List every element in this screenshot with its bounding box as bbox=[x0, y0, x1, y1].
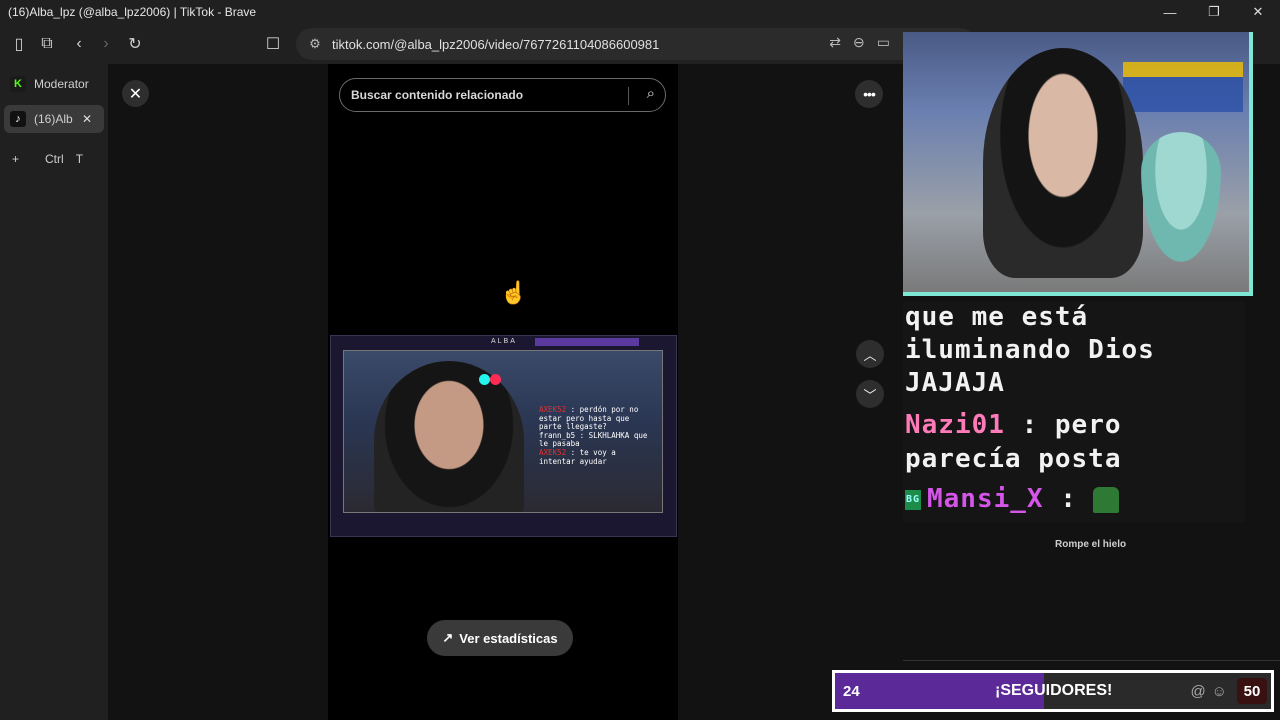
stream-video-frame: ALBA AXEK52 : perdón por no estar pero h… bbox=[330, 335, 677, 537]
close-tab-icon[interactable]: ✕ bbox=[82, 112, 92, 126]
new-tab-shortcut: Ctrl T bbox=[45, 152, 83, 166]
smiley-icon: ☺ bbox=[1211, 682, 1227, 700]
chat-message: BG Mansi_X : bbox=[905, 484, 1119, 514]
close-video-button[interactable]: ✕ bbox=[122, 80, 149, 107]
emote-icon bbox=[1092, 486, 1119, 513]
related-search-input[interactable]: Buscar contenido relacionado ⌕ bbox=[339, 78, 666, 112]
stream-overlay: que me está iluminando Dios JAJAJA Nazi0… bbox=[832, 32, 1280, 720]
stream-bottombar bbox=[337, 520, 673, 532]
follower-goal-bar: 24 ¡SEGUIDORES! @ ☺ 50 bbox=[832, 670, 1274, 712]
chat-line: que me está bbox=[905, 302, 1089, 332]
search-icon[interactable]: ⌕ bbox=[647, 85, 655, 102]
cast-icon[interactable]: ▭ bbox=[877, 34, 890, 51]
chat-separator: : bbox=[1021, 410, 1039, 440]
view-stats-label: Ver estadísticas bbox=[459, 630, 558, 646]
overlay-divider bbox=[903, 660, 1280, 661]
goal-target: 50 bbox=[1237, 678, 1267, 704]
chat-line: AXEK52 : perdón por no estar pero hasta … bbox=[539, 405, 651, 432]
mouse-cursor-icon: ☝ bbox=[500, 280, 528, 305]
tiktok-dots-icon bbox=[479, 372, 503, 385]
window-title: (16)Alba_lpz (@alba_lpz2006) | TikTok - … bbox=[8, 5, 257, 19]
url-text[interactable]: tiktok.com/@alba_lpz2006/video/767726110… bbox=[332, 37, 659, 52]
goal-current: 24 bbox=[843, 682, 860, 700]
window-titlebar: (16)Alba_lpz (@alba_lpz2006) | TikTok - … bbox=[0, 0, 1280, 24]
tab-label: (16)Alb bbox=[34, 112, 73, 126]
search-placeholder: Buscar contenido relacionado bbox=[351, 88, 524, 102]
previous-video-button[interactable]: ︿ bbox=[856, 340, 884, 368]
more-options-button[interactable]: ••• bbox=[855, 80, 883, 108]
tiktok-favicon-icon: ♪ bbox=[10, 111, 26, 127]
chat-line: AXEK52 : te voy a intentar ayudar bbox=[539, 448, 651, 466]
chat-line: parecía posta bbox=[905, 444, 1122, 474]
goal-label: ¡SEGUIDORES! bbox=[995, 682, 1113, 699]
chat-message: Nazi01 : pero bbox=[905, 410, 1122, 440]
stats-icon: ↗ bbox=[442, 630, 454, 645]
chat-username: Nazi01 bbox=[905, 410, 1005, 440]
goal-icons: @ ☺ bbox=[1190, 683, 1227, 700]
restore-button[interactable]: ❐ bbox=[1192, 0, 1236, 24]
icebreaker-text: Rompe el hielo bbox=[1055, 539, 1127, 550]
chat-separator: : bbox=[1060, 484, 1077, 514]
background-flag bbox=[1123, 62, 1243, 112]
next-video-button[interactable]: ﹀ bbox=[856, 380, 884, 408]
address-bar-actions: ⇄ ⊖ ▭ bbox=[829, 34, 890, 51]
bookmark-icon[interactable]: ☐ bbox=[259, 30, 287, 58]
close-window-button[interactable]: ✕ bbox=[1236, 0, 1280, 24]
tab-label: Moderator bbox=[34, 77, 89, 91]
forward-icon[interactable]: › bbox=[92, 30, 120, 58]
overlay-webcam bbox=[903, 32, 1253, 296]
chat-username: Mansi_X bbox=[927, 484, 1044, 514]
stream-chat: AXEK52 : perdón por no estar pero hasta … bbox=[539, 405, 651, 466]
squidward-figure bbox=[1141, 132, 1221, 262]
chat-line: JAJAJA bbox=[905, 368, 1005, 398]
tab-moderator[interactable]: K Moderator bbox=[4, 70, 104, 98]
plus-icon: + bbox=[12, 152, 20, 166]
search-divider bbox=[628, 87, 629, 105]
kick-favicon-icon: K bbox=[10, 76, 26, 92]
chat-badge-icon: BG bbox=[905, 489, 921, 510]
chat-text: pero bbox=[1054, 410, 1122, 440]
new-tab-button[interactable]: + Ctrl T bbox=[12, 152, 83, 166]
site-info-icon[interactable]: ⚙ bbox=[304, 36, 326, 52]
view-stats-button[interactable]: ↗ Ver estadísticas bbox=[427, 620, 573, 656]
shortcut-ctrl: Ctrl bbox=[45, 152, 64, 166]
address-bar[interactable]: ⚙ tiktok.com/@alba_lpz2006/video/7677261… bbox=[296, 28, 976, 60]
shortcut-key: T bbox=[75, 152, 84, 166]
stream-brand: ALBA bbox=[491, 338, 517, 345]
window-controls: — ❐ ✕ bbox=[1148, 0, 1280, 24]
vertical-tabs-sidebar: K Moderator ♪ (16)Alb ✕ + Ctrl T bbox=[0, 64, 108, 720]
sidebar-icon[interactable]: ▯ bbox=[5, 30, 33, 58]
stream-goal-pill bbox=[535, 338, 639, 346]
video-player[interactable]: Buscar contenido relacionado ⌕ ☝ ALBA AX… bbox=[328, 64, 678, 720]
chat-line: iluminando Dios bbox=[905, 335, 1155, 365]
overlay-chat: que me está iluminando Dios JAJAJA Nazi0… bbox=[903, 302, 1245, 522]
tab-tiktok[interactable]: ♪ (16)Alb ✕ bbox=[4, 105, 104, 133]
reload-icon[interactable]: ↻ bbox=[121, 30, 149, 58]
minimize-button[interactable]: — bbox=[1148, 0, 1192, 24]
translate-icon[interactable]: ⇄ bbox=[829, 34, 841, 51]
back-icon[interactable]: ‹ bbox=[65, 30, 93, 58]
tab-search-icon[interactable]: ⧉ bbox=[33, 30, 61, 58]
streamer-face bbox=[983, 48, 1143, 278]
chat-line: frann_b5 : SLKHLAHKA que le pasaba bbox=[539, 431, 651, 449]
at-icon: @ bbox=[1190, 682, 1206, 700]
zoom-icon[interactable]: ⊖ bbox=[853, 34, 865, 51]
goal-bar-track: 24 ¡SEGUIDORES! @ ☺ 50 bbox=[835, 673, 1271, 709]
